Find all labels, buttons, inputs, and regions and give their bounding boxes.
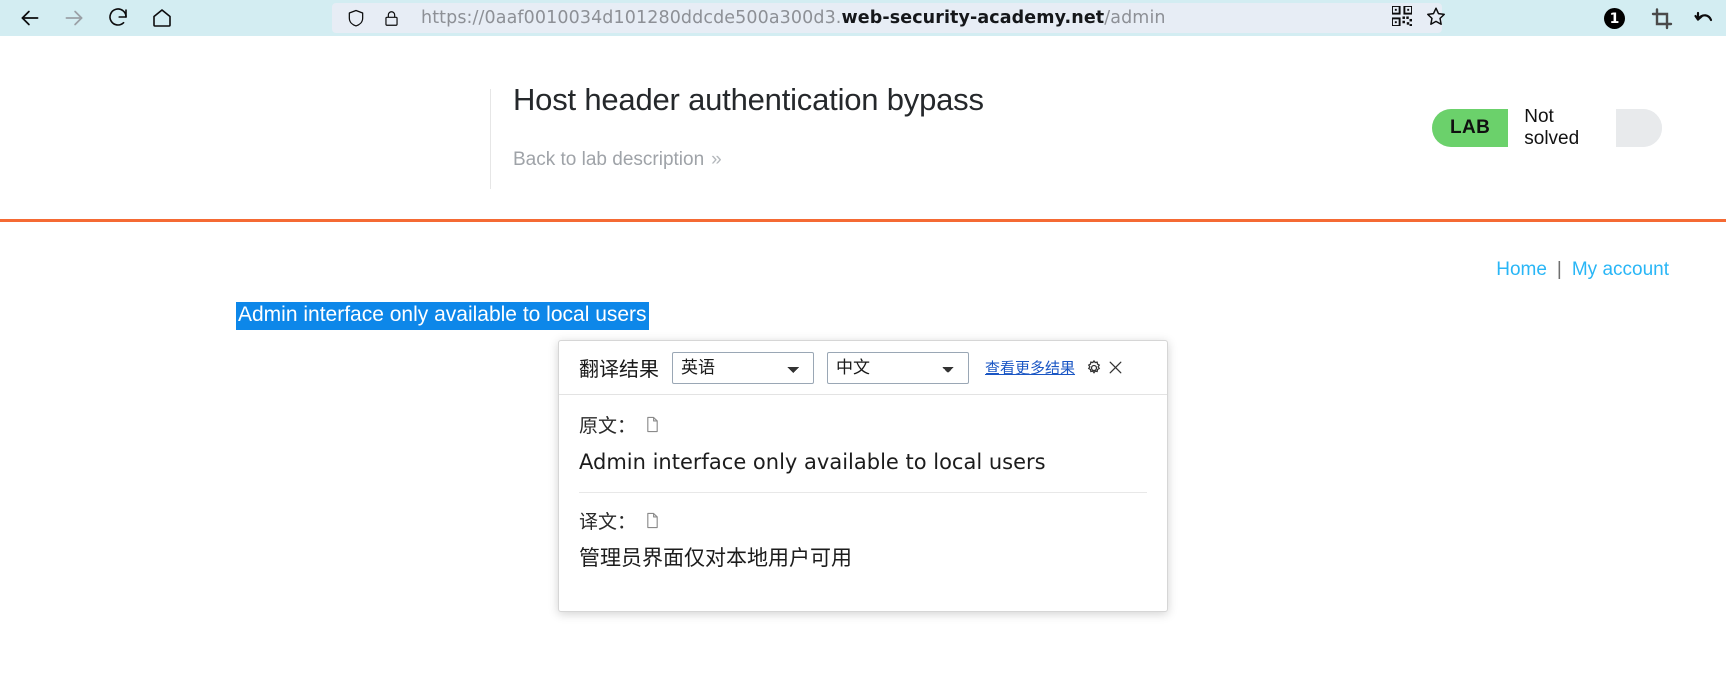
reload-button[interactable] (96, 0, 140, 36)
copy-icon[interactable] (644, 415, 661, 434)
address-bar[interactable]: https://0aaf0010034d101280ddcde500a300d3… (332, 3, 1442, 33)
back-button[interactable] (8, 0, 52, 36)
target-label: 译文： (579, 511, 637, 534)
copy-icon[interactable] (644, 511, 661, 530)
url-subdomain: 0aaf0010034d101280ddcde500a300d3. (484, 8, 842, 28)
status-badge-spacer (1616, 109, 1662, 147)
browser-toolbar: https://0aaf0010034d101280ddcde500a300d3… (0, 0, 1726, 36)
admin-message: Admin interface only available to local … (236, 302, 649, 330)
source-language-select[interactable]: 英语 (672, 351, 814, 384)
back-to-lab-label: Back to lab description (513, 149, 705, 170)
crop-icon (1650, 8, 1674, 35)
qr-code-icon (1391, 4, 1413, 31)
lock-icon[interactable] (382, 9, 401, 28)
nav-link-my-account[interactable]: My account (1572, 259, 1669, 280)
shield-icon[interactable] (346, 8, 366, 28)
status-badge-text: Not solved (1508, 109, 1616, 147)
translate-popup-header: 翻译结果 英语 中文 查看更多结果 (559, 341, 1167, 395)
arrow-left-icon (17, 5, 43, 31)
undo-button[interactable] (1692, 7, 1716, 31)
page-title: Host header authentication bypass (513, 82, 984, 117)
crop-button[interactable] (1650, 7, 1674, 31)
translate-target-section: 译文： 管理员界面仅对本地用户可用 (559, 493, 1167, 572)
bookmark-button[interactable] (1424, 6, 1448, 30)
chevron-right-icon: » (711, 149, 722, 170)
gear-icon[interactable] (1084, 358, 1104, 378)
url-text: https://0aaf0010034d101280ddcde500a300d3… (421, 8, 1166, 28)
status-badge: LAB Not solved (1432, 109, 1662, 147)
star-icon (1425, 5, 1447, 32)
home-icon (150, 6, 174, 30)
extension-badge-counter[interactable]: 1 (1604, 8, 1625, 29)
source-text: Admin interface only available to local … (579, 450, 1046, 474)
translate-popup-title: 翻译结果 (579, 357, 659, 381)
source-label-row: 原文： (579, 411, 1147, 438)
home-button[interactable] (140, 0, 184, 36)
translate-popup: 翻译结果 英语 中文 查看更多结果 原文： Admin interface on… (558, 340, 1168, 612)
url-scheme: https:// (421, 8, 485, 28)
source-label: 原文： (579, 415, 637, 437)
header-accent-rule (0, 219, 1726, 222)
arrow-right-icon (61, 5, 87, 31)
forward-button[interactable] (52, 0, 96, 36)
site-navigation: Home | My account (1496, 259, 1669, 281)
target-text: 管理员界面仅对本地用户可用 (579, 546, 852, 571)
nav-separator: | (1556, 259, 1562, 280)
url-path: /admin (1104, 8, 1166, 28)
nav-link-home[interactable]: Home (1496, 259, 1547, 280)
url-domain: web-security-academy.net (841, 8, 1105, 28)
close-icon[interactable] (1105, 358, 1125, 378)
header-divider (490, 89, 491, 189)
lab-header: Host header authentication bypass Back t… (0, 36, 1726, 221)
translate-source-section: 原文： Admin interface only available to lo… (559, 395, 1167, 476)
status-badge-tag: LAB (1432, 109, 1509, 147)
target-language-select[interactable]: 中文 (827, 351, 969, 384)
more-results-link[interactable]: 查看更多结果 (985, 357, 1075, 378)
reload-icon (106, 6, 130, 30)
qr-code-button[interactable] (1390, 4, 1414, 31)
back-to-lab-description-link[interactable]: Back to lab description » (513, 149, 722, 171)
target-label-row: 译文： (579, 507, 1147, 534)
undo-arrow-icon (1692, 11, 1716, 35)
